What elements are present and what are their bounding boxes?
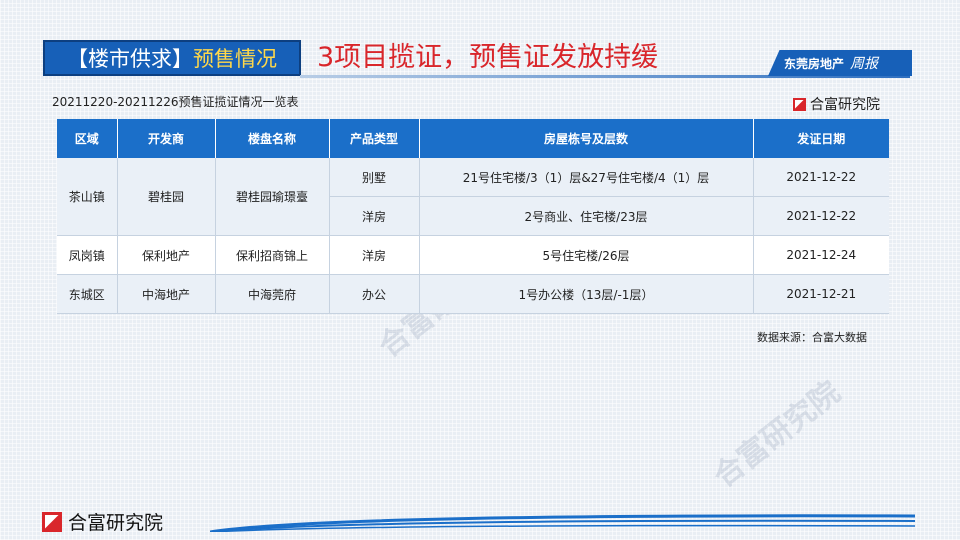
column-header-type: 产品类型 <box>329 119 420 158</box>
logo-icon <box>42 511 62 532</box>
column-header-building: 房屋栋号及层数 <box>419 119 754 158</box>
column-header-project: 楼盘名称 <box>215 119 330 158</box>
column-header-developer: 开发商 <box>117 119 216 158</box>
cell-type: 别墅 <box>329 158 420 197</box>
table-header-row: 区域 开发商 楼盘名称 产品类型 房屋栋号及层数 发证日期 <box>57 119 889 158</box>
column-header-date: 发证日期 <box>753 119 889 158</box>
cell-project: 碧桂园瑜璟臺 <box>215 158 330 236</box>
watermark: 合富研究院 <box>707 374 848 495</box>
cell-region: 东城区 <box>57 274 118 314</box>
cell-type: 办公 <box>329 274 420 314</box>
data-source-note: 数据来源：合富大数据 <box>757 331 867 344</box>
table-row: 凤岗镇 保利地产 保利招商锦上 洋房 5号住宅楼/26层 2021-12-24 <box>57 235 889 275</box>
section-tag-topic: 预售情况 <box>193 47 277 71</box>
brand-script: 周报 <box>850 56 879 72</box>
footer-decoration <box>210 514 915 532</box>
company-logo-text: 合富研究院 <box>810 97 880 113</box>
page-headline: 3项目揽证，预售证发放持缓 <box>317 42 659 73</box>
cell-date: 2021-12-22 <box>753 158 889 197</box>
column-header-region: 区域 <box>57 119 118 158</box>
brand-name: 东莞房地产 <box>784 56 845 71</box>
cell-date: 2021-12-24 <box>753 235 889 275</box>
footer-logo: 合富研究院 <box>42 508 163 535</box>
section-tag-category: 【楼市供求】 <box>67 47 193 71</box>
company-logo: 合富研究院 <box>793 94 880 114</box>
cell-developer: 中海地产 <box>117 274 216 314</box>
cell-developer: 保利地产 <box>117 235 216 275</box>
cell-date: 2021-12-21 <box>753 274 889 314</box>
cell-project: 中海莞府 <box>215 274 330 314</box>
table-caption: 20211220-20211226预售证揽证情况一览表 <box>52 95 299 109</box>
table-row: 茶山镇 碧桂园 碧桂园瑜璟臺 别墅 21号住宅楼/3（1）层&27号住宅楼/4（… <box>57 158 889 236</box>
brand-badge: 东莞房地产 周报 <box>768 50 912 76</box>
logo-icon <box>793 97 806 111</box>
cell-region: 茶山镇 <box>57 158 118 236</box>
cell-type: 洋房 <box>329 196 420 236</box>
cell-type: 洋房 <box>329 235 420 275</box>
cell-project: 保利招商锦上 <box>215 235 330 275</box>
cell-building: 5号住宅楼/26层 <box>419 235 754 275</box>
footer-logo-text: 合富研究院 <box>68 512 164 534</box>
cell-date: 2021-12-22 <box>753 196 889 236</box>
cell-developer: 碧桂园 <box>117 158 216 236</box>
cell-building: 21号住宅楼/3（1）层&27号住宅楼/4（1）层 <box>419 158 754 197</box>
presale-permit-table: 区域 开发商 楼盘名称 产品类型 房屋栋号及层数 发证日期 茶山镇 碧桂园 碧桂… <box>57 119 889 314</box>
cell-building: 2号商业、住宅楼/23层 <box>419 196 754 236</box>
section-tag: 【楼市供求】 预售情况 <box>43 40 301 76</box>
cell-building: 1号办公楼（13层/-1层） <box>419 274 754 314</box>
cell-region: 凤岗镇 <box>57 235 118 275</box>
table-row: 东城区 中海地产 中海莞府 办公 1号办公楼（13层/-1层） 2021-12-… <box>57 274 889 314</box>
